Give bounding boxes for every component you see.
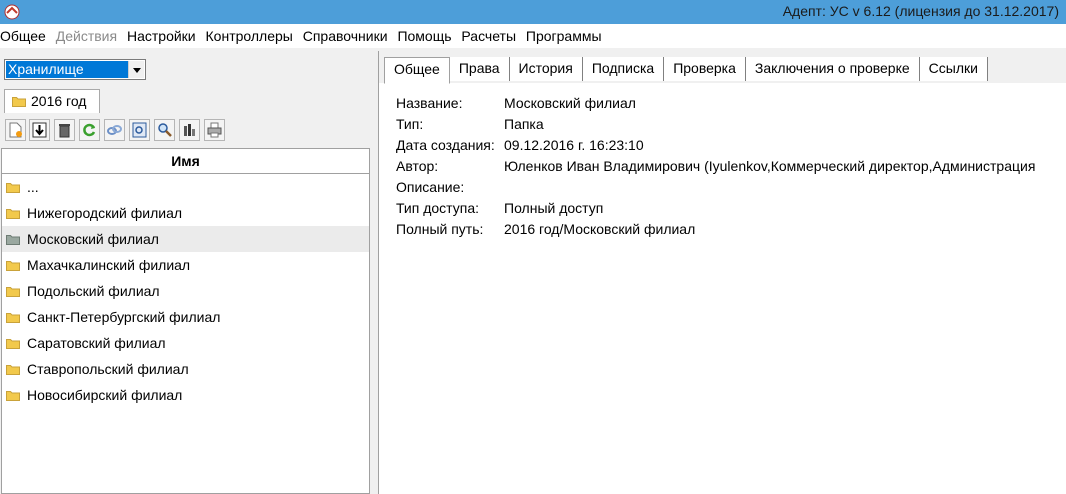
prop-value: Московский филиал	[504, 95, 636, 111]
folder-icon	[6, 365, 20, 375]
folder-icon	[6, 183, 20, 193]
prop-value: 09.12.2016 г. 16:23:10	[504, 137, 644, 153]
folder-icon	[6, 235, 20, 245]
folder-icon	[12, 97, 26, 107]
prop-key: Описание:	[396, 179, 465, 195]
column-header-name[interactable]: Имя	[2, 149, 369, 174]
prop-type: Тип: Папка	[396, 114, 1035, 135]
prop-value: Юленков Иван Владимирович (Iyulenkov,Ком…	[504, 158, 1036, 174]
tab-year-label: 2016 год	[31, 93, 87, 109]
tree-item[interactable]: Нижегородский филиал	[2, 200, 369, 226]
tree-item-label: Московский филиал	[27, 231, 159, 247]
tree-item[interactable]: Новосибирский филиал	[2, 382, 369, 408]
download-icon[interactable]	[29, 119, 50, 141]
folder-icon	[6, 391, 20, 401]
folder-tree: Имя ... Нижегородский филиал Московский …	[1, 148, 370, 494]
prop-author: Автор: Юленков Иван Владимирович (Iyulenk…	[396, 156, 1035, 177]
prop-created: Дата создания: 09.12.2016 г. 16:23:10	[396, 135, 1035, 156]
details-tabs: Общее Права История Подписка Проверка Заключе…	[379, 51, 1066, 84]
left-panel: Хранилище 2016 год Имя ... Нижегородский…	[0, 51, 372, 494]
app-logo-icon	[4, 4, 20, 20]
print-icon[interactable]	[204, 119, 225, 141]
tree-item[interactable]: Махачкалинский филиал	[2, 252, 369, 278]
menu-settings[interactable]: Настройки	[127, 24, 198, 49]
menu-calculations[interactable]: Расчеты	[461, 24, 518, 49]
chart-icon[interactable]	[179, 119, 200, 141]
tree-item-label: Подольский филиал	[27, 283, 160, 299]
menu-actions: Действия	[55, 28, 118, 44]
prop-key: Тип доступа:	[396, 200, 480, 216]
prop-key: Полный путь:	[396, 221, 484, 237]
chevron-down-icon[interactable]	[128, 61, 144, 78]
tree-item-label: Махачкалинский филиал	[27, 257, 191, 273]
tree-item-label: ...	[27, 179, 39, 195]
menu-references[interactable]: Справочники	[303, 24, 390, 49]
folder-icon	[6, 313, 20, 323]
window-title: Адепт: УС v 6.12 (лицензия до 31.12.2017…	[782, 3, 1059, 19]
trash-icon[interactable]	[54, 119, 75, 141]
folder-icon	[6, 287, 20, 297]
preview-icon[interactable]	[129, 119, 150, 141]
tree-item-up[interactable]: ...	[2, 174, 369, 200]
title-bar: Адепт: УС v 6.12 (лицензия до 31.12.2017…	[0, 0, 1066, 24]
tree-item-label: Саратовский филиал	[27, 335, 166, 351]
menu-bar: Общее Действия Настройки Контроллеры Спр…	[0, 24, 1066, 48]
tab-check[interactable]: Проверка	[664, 57, 746, 81]
tree-item-selected[interactable]: Московский филиал	[2, 226, 369, 252]
tab-general[interactable]: Общее	[384, 57, 450, 84]
prop-value: Полный доступ	[504, 200, 604, 216]
tree-item-label: Новосибирский филиал	[27, 387, 183, 403]
menu-controllers[interactable]: Контроллеры	[206, 24, 295, 49]
tree-item[interactable]: Саратовский филиал	[2, 330, 369, 356]
prop-value: 2016 год/Московский филиал	[504, 221, 696, 237]
prop-key: Автор:	[396, 158, 439, 174]
prop-name: Название: Московский филиал	[396, 93, 1035, 114]
prop-value: Папка	[504, 116, 544, 132]
menu-general[interactable]: Общее	[0, 24, 48, 49]
folder-icon	[6, 339, 20, 349]
prop-key: Тип:	[396, 116, 424, 132]
tab-check-conclusions[interactable]: Заключения о проверке	[745, 57, 920, 81]
tree-item-label: Ставропольский филиал	[27, 361, 189, 377]
tree-item[interactable]: Подольский филиал	[2, 278, 369, 304]
tree-item-label: Санкт-Петербургский филиал	[27, 309, 221, 325]
tab-links[interactable]: Ссылки	[919, 57, 988, 81]
search-icon[interactable]	[154, 119, 175, 141]
prop-full-path: Полный путь: 2016 год/Московский филиал	[396, 219, 1035, 240]
tab-subscription[interactable]: Подписка	[582, 57, 665, 81]
folder-icon	[6, 209, 20, 219]
prop-access-type: Тип доступа: Полный доступ	[396, 198, 1035, 219]
tab-year-2016[interactable]: 2016 год	[4, 89, 100, 113]
refresh-icon[interactable]	[79, 119, 100, 141]
details-panel: Общее Права История Подписка Проверка Заключе…	[378, 51, 1066, 494]
menu-help[interactable]: Помощь	[397, 24, 453, 49]
tree-item-label: Нижегородский филиал	[27, 205, 183, 221]
tree-item[interactable]: Ставропольский филиал	[2, 356, 369, 382]
tab-history[interactable]: История	[509, 57, 583, 81]
new-document-icon[interactable]	[5, 119, 26, 141]
link-icon[interactable]	[104, 119, 125, 141]
storage-select[interactable]: Хранилище	[4, 59, 146, 80]
tree-toolbar	[2, 117, 370, 145]
properties-list: Название: Московский филиал Тип: Папка Дат…	[396, 93, 1035, 240]
tab-rights[interactable]: Права	[449, 57, 510, 81]
tree-item[interactable]: Санкт-Петербургский филиал	[2, 304, 369, 330]
prop-description: Описание:	[396, 177, 1035, 198]
folder-icon	[6, 261, 20, 271]
storage-select-value: Хранилище	[6, 61, 130, 78]
prop-key: Дата создания:	[396, 137, 495, 153]
prop-key: Название:	[396, 95, 463, 111]
menu-programs[interactable]: Программы	[526, 24, 604, 49]
